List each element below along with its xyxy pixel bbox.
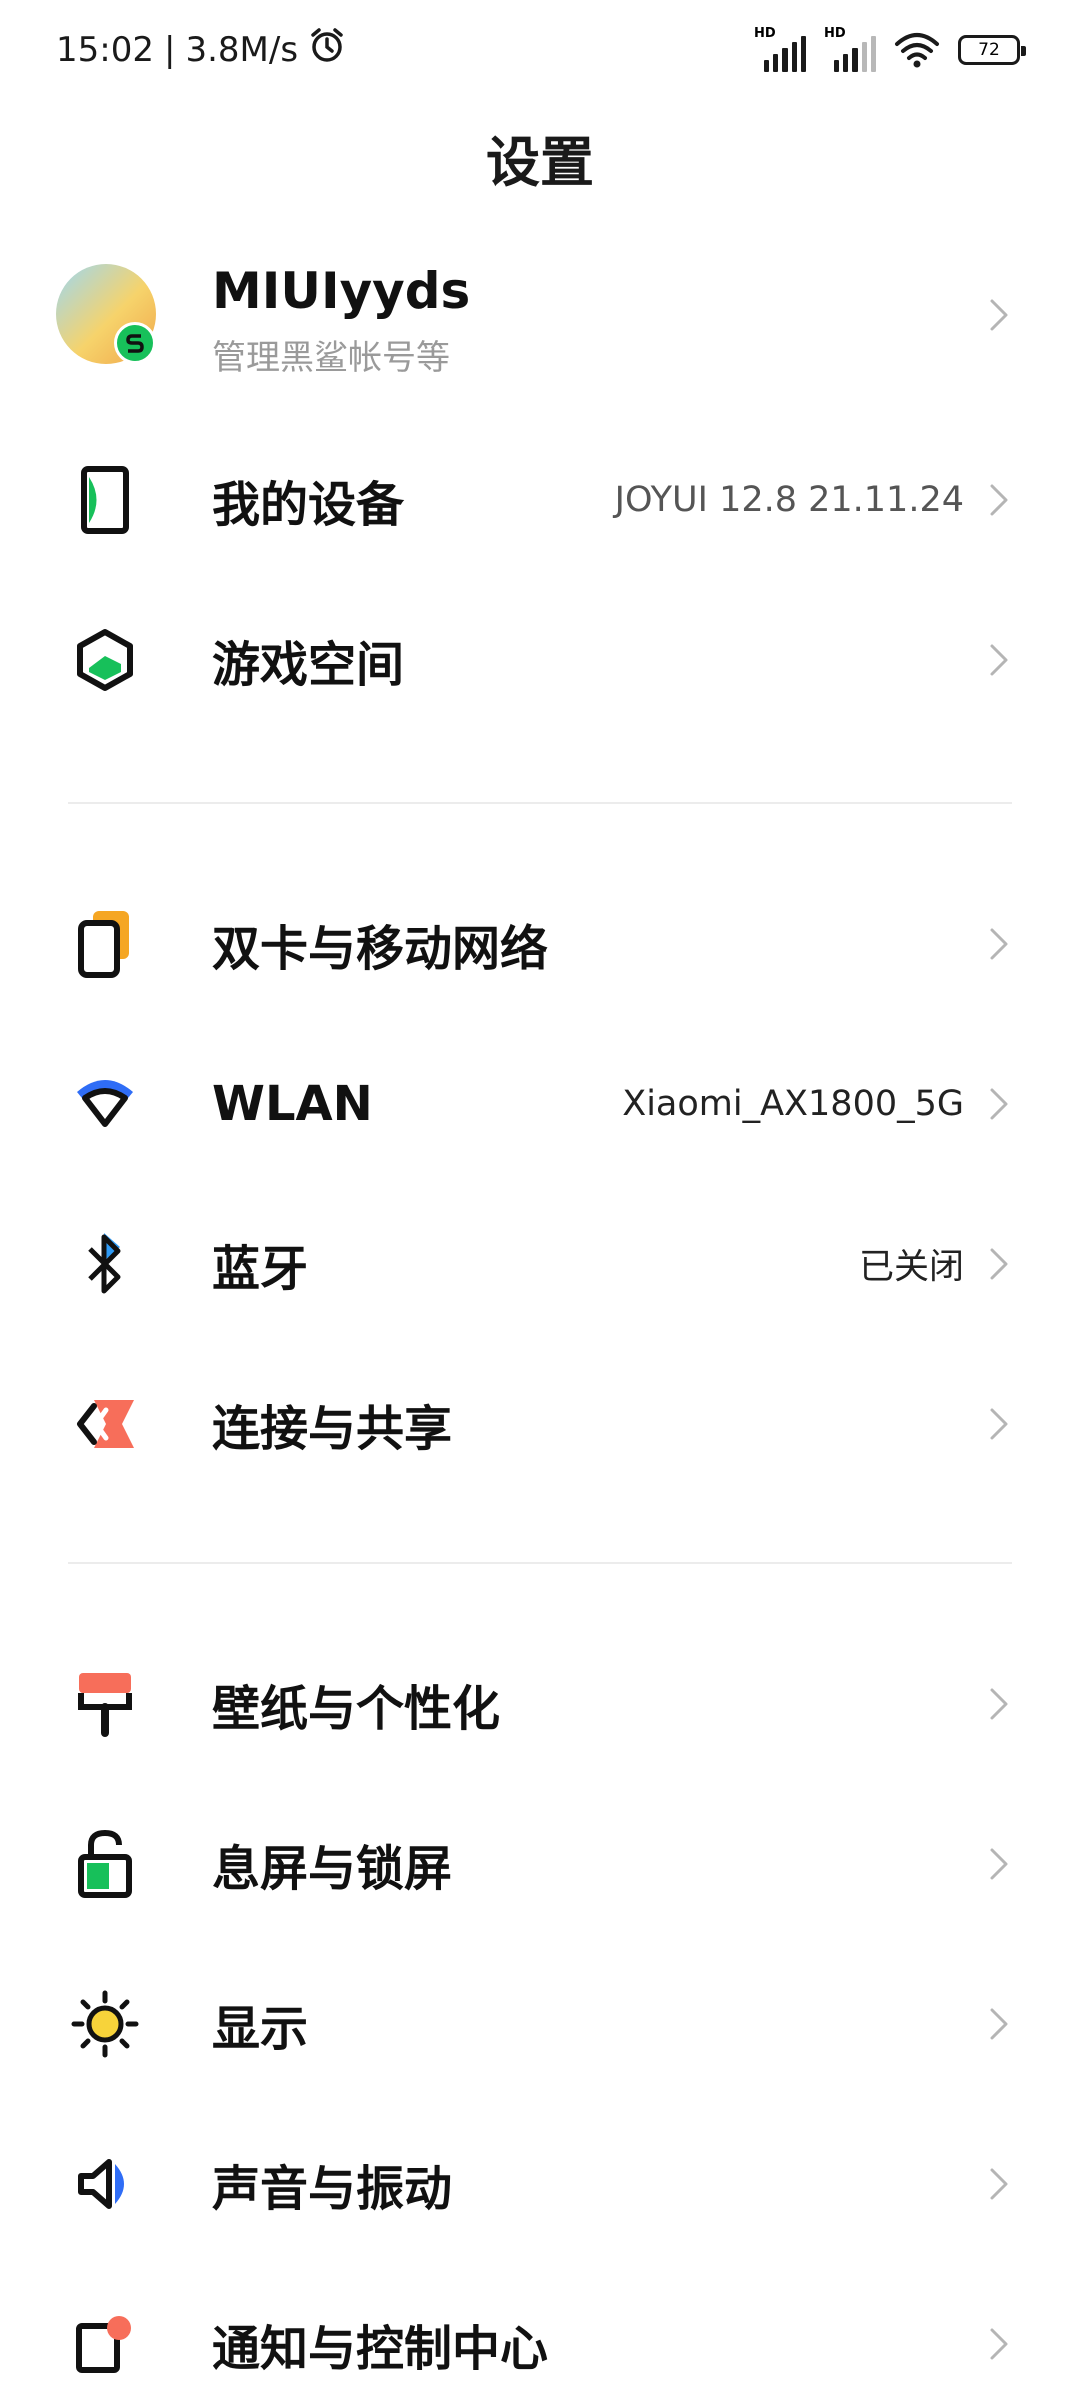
bluetooth-value: 已关闭 <box>858 1247 964 1288</box>
signal-icon: HD <box>824 26 877 72</box>
bluetooth-row[interactable]: 蓝牙 已关闭 <box>0 1204 1080 1324</box>
sound-vibration-label: 声音与振动 <box>212 2161 453 2217</box>
wallpaper-label: 壁纸与个性化 <box>212 1681 501 1737</box>
connection-sharing-row[interactable]: 连接与共享 <box>0 1364 1080 1484</box>
account-name: MIUIyyds <box>212 262 471 320</box>
dual-sim-label: 双卡与移动网络 <box>212 921 549 977</box>
account-row[interactable]: MIUIyyds 管理黑鲨帐号等 <box>0 240 1080 390</box>
status-separator: | <box>163 29 176 70</box>
chevron-right-icon <box>990 1248 1008 1280</box>
wifi-icon <box>894 30 940 70</box>
sound-vibration-row[interactable]: 声音与振动 <box>0 2124 1080 2244</box>
wlan-row[interactable]: WLAN Xiaomi_AX1800_5G <box>0 1044 1080 1164</box>
wlan-label: WLAN <box>212 1076 373 1132</box>
brightness-icon <box>70 1989 140 2059</box>
account-subtitle: 管理黑鲨帐号等 <box>212 338 450 378</box>
status-right: HD HD 72 <box>754 26 1026 72</box>
chevron-right-icon <box>990 928 1008 960</box>
lockscreen-label: 息屏与锁屏 <box>212 1841 453 1897</box>
hd-label: HD <box>824 26 846 41</box>
page-title: 设置 <box>486 131 594 194</box>
game-space-label: 游戏空间 <box>212 637 405 693</box>
status-left: 15:02 | 3.8M/s <box>56 26 346 73</box>
status-network-speed: 3.8M/s <box>185 29 299 70</box>
signal-icon: HD <box>754 26 807 72</box>
chevron-right-icon <box>990 484 1008 516</box>
alarm-icon <box>308 26 346 73</box>
battery-icon: 72 <box>958 35 1026 65</box>
connection-sharing-icon <box>70 1389 140 1459</box>
speaker-icon <box>70 2149 140 2219</box>
section-divider <box>68 1562 1012 1564</box>
game-space-row[interactable]: 游戏空间 <box>0 600 1080 720</box>
my-device-label: 我的设备 <box>212 477 405 533</box>
status-time: 15:02 <box>56 29 154 70</box>
connection-sharing-label: 连接与共享 <box>212 1401 453 1457</box>
chevron-right-icon <box>990 644 1008 676</box>
device-icon <box>70 465 140 535</box>
notification-icon <box>70 2309 140 2379</box>
lock-icon <box>70 1829 140 1899</box>
chevron-right-icon <box>990 2328 1008 2360</box>
avatar <box>56 264 156 364</box>
display-row[interactable]: 显示 <box>0 1964 1080 2084</box>
lockscreen-row[interactable]: 息屏与锁屏 <box>0 1804 1080 1924</box>
display-label: 显示 <box>212 2001 309 2057</box>
game-space-icon <box>70 625 140 695</box>
my-device-value: JOYUI 12.8 21.11.24 <box>614 480 964 520</box>
paint-roller-icon <box>70 1669 140 1739</box>
chevron-right-icon <box>990 1848 1008 1880</box>
wifi-icon <box>70 1069 140 1139</box>
chevron-right-icon <box>990 2008 1008 2040</box>
chevron-right-icon <box>990 1408 1008 1440</box>
hd-label: HD <box>754 26 776 41</box>
sim-card-icon <box>70 909 140 979</box>
notification-label: 通知与控制中心 <box>212 2321 549 2377</box>
wallpaper-row[interactable]: 壁纸与个性化 <box>0 1644 1080 1764</box>
section-divider <box>68 802 1012 804</box>
bluetooth-icon <box>70 1229 140 1299</box>
my-device-row[interactable]: 我的设备 JOYUI 12.8 21.11.24 <box>0 440 1080 560</box>
chevron-right-icon <box>990 1088 1008 1120</box>
chevron-right-icon <box>990 2168 1008 2200</box>
wlan-value: Xiaomi_AX1800_5G <box>622 1084 964 1124</box>
battery-level: 72 <box>978 40 1000 60</box>
status-bar: 15:02 | 3.8M/s HD HD 72 <box>0 0 1080 110</box>
bluetooth-label: 蓝牙 <box>212 1241 309 1297</box>
dual-sim-row[interactable]: 双卡与移动网络 <box>0 884 1080 1004</box>
notification-row[interactable]: 通知与控制中心 <box>0 2284 1080 2404</box>
chevron-right-icon <box>990 1688 1008 1720</box>
chevron-right-icon <box>990 299 1008 331</box>
blackshark-badge-icon <box>114 322 156 364</box>
